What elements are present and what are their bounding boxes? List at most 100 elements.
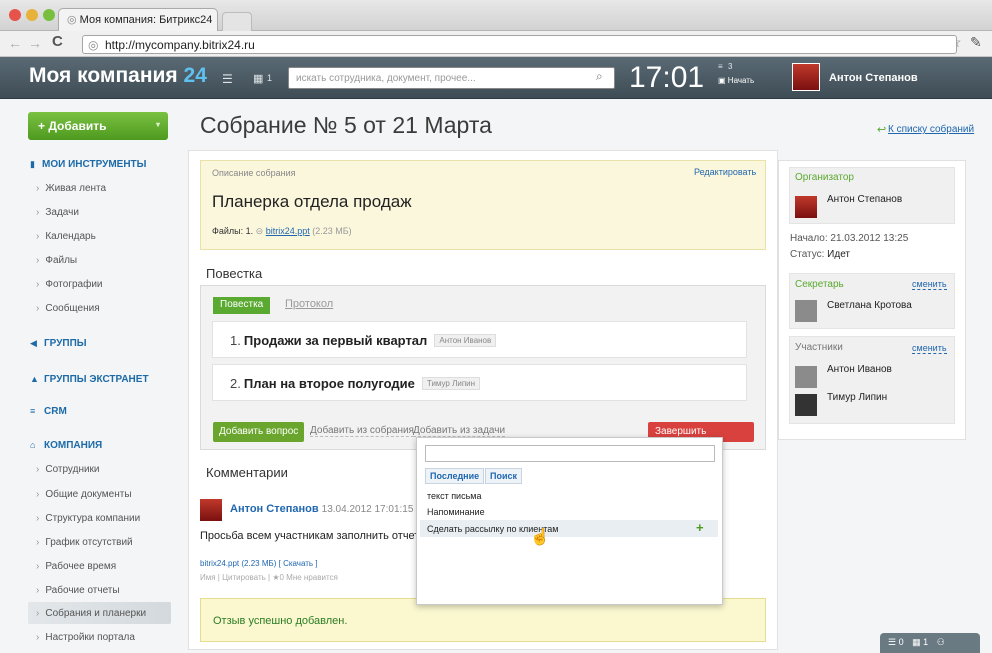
sidebar-item-tasks[interactable]: Задачи — [36, 207, 79, 218]
sidebar-section-groups[interactable]: ГРУППЫ — [44, 338, 87, 349]
tab-agenda[interactable]: Повестка — [213, 297, 271, 314]
new-tab-button[interactable] — [222, 12, 252, 31]
company-home-icon: ⌂ — [30, 440, 36, 450]
maximize-window-icon[interactable] — [43, 9, 55, 21]
files-label: Файлы: — [212, 226, 244, 236]
organizer-name[interactable]: Антон Степанов — [827, 194, 902, 205]
avatar[interactable] — [795, 196, 817, 218]
sidebar-item-portal-settings[interactable]: Настройки портала — [36, 632, 135, 643]
comment-date: 13.04.2012 17:01:15 — [321, 504, 414, 515]
task-search-input[interactable] — [425, 445, 715, 462]
tab-recent[interactable]: Последние — [425, 468, 485, 484]
hand-cursor-icon: ☝ — [530, 529, 550, 546]
change-secretary-link[interactable]: сменить — [912, 279, 947, 290]
avatar[interactable] — [200, 499, 222, 521]
sidebar-item-messages[interactable]: Сообщения — [36, 303, 99, 314]
avatar[interactable] — [795, 300, 817, 322]
popup-item[interactable]: текст письма — [427, 491, 481, 501]
sidebar-item-photos[interactable]: Фотографии — [36, 279, 102, 290]
sidebar-item-absence[interactable]: График отсутствий — [36, 537, 132, 548]
comment-file-bracket: ] — [315, 559, 318, 568]
file-link[interactable]: bitrix24.ppt — [266, 226, 310, 236]
secretary-title: Секретарь — [795, 279, 844, 290]
tab-protocol[interactable]: Протокол — [285, 298, 333, 310]
users-icon[interactable]: ⚇ — [937, 637, 945, 647]
start-label: Начать — [727, 76, 755, 85]
sidebar-item-structure[interactable]: Структура компании — [36, 513, 140, 524]
sidebar-section-crm[interactable]: CRM — [44, 406, 67, 417]
address-url: http://mycompany.bitrix24.ru — [105, 38, 255, 52]
description-label: Описание собрания — [212, 168, 296, 178]
comment-author[interactable]: Антон Степанов — [230, 503, 319, 515]
meeting-title: Планерка отдела продаж — [212, 192, 412, 211]
sidebar-item-files[interactable]: Файлы — [36, 255, 77, 266]
file-size: (2.23 МБ) — [312, 226, 352, 236]
sidebar-section-tools[interactable]: МОИ ИНСТРУМЕНТЫ — [42, 159, 146, 170]
minimize-window-icon[interactable] — [26, 9, 38, 21]
add-question-button[interactable]: Добавить вопрос — [213, 422, 305, 442]
tasks-icon[interactable]: ≡ — [718, 62, 723, 71]
start-workday-button[interactable]: ▣ Начать — [718, 76, 754, 85]
forward-arrow-icon[interactable]: → — [28, 35, 42, 51]
sidebar-section-extranet[interactable]: ГРУППЫ ЭКСТРАНЕТ — [44, 374, 149, 385]
back-to-list-link[interactable]: К списку собраний — [888, 124, 974, 135]
logo-name: Моя компания — [29, 64, 178, 87]
add-from-meeting-link[interactable]: Добавить из собрания — [310, 425, 414, 437]
crm-icon: ≡ — [30, 406, 36, 416]
agenda-item-owner[interactable]: Антон Иванов — [434, 334, 497, 347]
plus-icon[interactable]: + — [696, 520, 704, 535]
comments-heading: Комментарии — [206, 465, 288, 480]
popup-item[interactable]: Напоминание — [427, 507, 485, 517]
participant-name[interactable]: Тимур Липин — [827, 392, 887, 403]
bottom-notification-bar[interactable]: ☰ 0 ▦ 1 ⚇ — [880, 633, 980, 653]
avatar[interactable] — [795, 394, 817, 416]
agenda-item-owner[interactable]: Тимур Липин — [421, 377, 481, 390]
user-name[interactable]: Антон Степанов — [829, 72, 918, 84]
portal-logo[interactable]: Моя компания 24 — [29, 64, 207, 88]
messages-icon[interactable]: ☰ — [888, 637, 896, 647]
chevron-down-icon: ▾ — [155, 120, 160, 129]
agenda-item-number: 1. — [230, 333, 241, 348]
sidebar-item-work-time[interactable]: Рабочее время — [36, 561, 116, 572]
address-bar[interactable]: ◎ http://mycompany.bitrix24.ru — [82, 35, 957, 54]
sidebar-item-employees[interactable]: Сотрудники — [36, 464, 99, 475]
agenda-item-number: 2. — [230, 376, 241, 391]
edit-link[interactable]: Редактировать — [694, 167, 756, 177]
add-button[interactable]: + Добавить ▾ — [28, 112, 168, 140]
groups-icon: ◀ — [30, 338, 37, 348]
browser-tab[interactable]: ◎ Моя компания: Битрикс24 × — [58, 8, 218, 31]
close-window-icon[interactable] — [9, 9, 21, 21]
notifications-count: 1 — [923, 637, 929, 647]
sidebar-item-meetings[interactable]: Собрания и планерки — [36, 608, 146, 619]
browser-tab-title: Моя компания: Битрикс24 — [79, 14, 213, 26]
status-row: Статус: Идет — [790, 249, 850, 260]
change-participants-link[interactable]: сменить — [912, 343, 947, 354]
sidebar-item-calendar[interactable]: Календарь — [36, 231, 95, 242]
notifications-icon[interactable]: ▦ — [912, 637, 921, 647]
search-icon[interactable]: ⌕ — [596, 69, 603, 84]
agenda-heading: Повестка — [206, 266, 263, 281]
comment-header: Антон Степанов 13.04.2012 17:01:15 — [230, 503, 413, 515]
sidebar-section-company[interactable]: КОМПАНИЯ — [44, 440, 102, 451]
comment-actions[interactable]: Имя | Цитировать | ★0 Мне нравится — [200, 573, 338, 582]
add-from-task-link[interactable]: Добавить из задачи — [413, 425, 506, 437]
sidebar-item-work-reports[interactable]: Рабочие отчеты — [36, 585, 119, 596]
participant-name[interactable]: Антон Иванов — [827, 364, 892, 375]
tab-search[interactable]: Поиск — [485, 468, 523, 484]
avatar[interactable] — [795, 366, 817, 388]
reload-icon[interactable]: C — [52, 33, 63, 50]
return-arrow-icon: ↩ — [877, 124, 887, 136]
back-arrow-icon[interactable]: ← — [8, 35, 22, 51]
sidebar-item-shared-docs[interactable]: Общие документы — [36, 489, 131, 500]
messages-icon[interactable]: ☰ — [222, 72, 233, 86]
comment-file-link[interactable]: bitrix24.ppt (2.23 МБ) [ — [200, 559, 281, 568]
sidebar-item-live-feed[interactable]: Живая лента — [36, 183, 106, 194]
secretary-name[interactable]: Светлана Кротова — [827, 300, 912, 311]
wrench-icon[interactable]: ✎ — [970, 34, 982, 51]
download-link[interactable]: Скачать — [283, 559, 313, 568]
user-avatar[interactable] — [792, 63, 820, 91]
agenda-item[interactable]: 2. План на второе полугодие Тимур Липин — [212, 364, 747, 401]
agenda-item[interactable]: 1. Продажи за первый квартал Антон Ивано… — [212, 321, 747, 358]
search-input[interactable]: искать сотрудника, документ, прочее... — [288, 67, 615, 89]
notifications-icon[interactable]: ▦ — [253, 72, 263, 85]
